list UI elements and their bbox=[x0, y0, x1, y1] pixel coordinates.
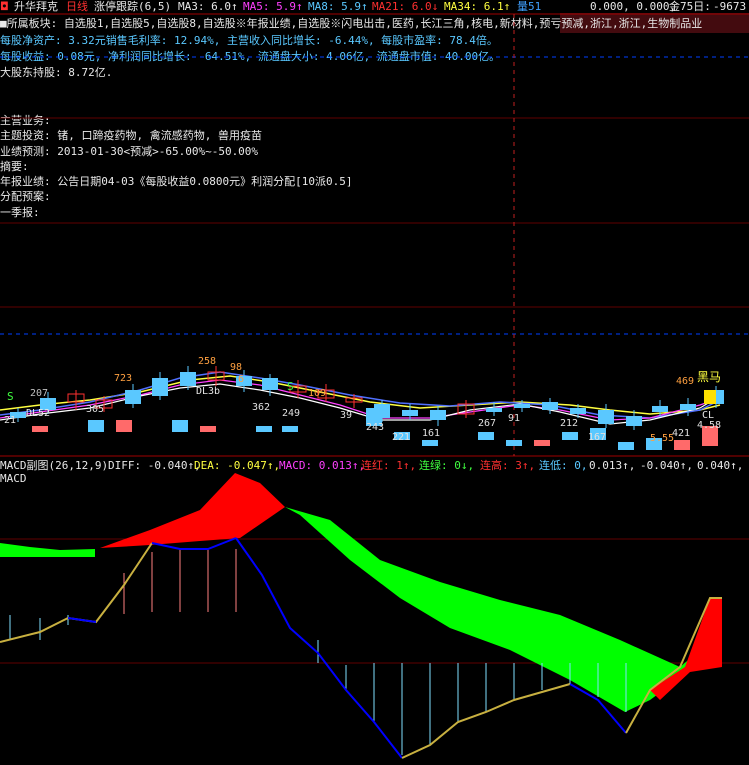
candle-top-label: 109 bbox=[308, 388, 326, 399]
candle-bottom-label: 4.58 bbox=[697, 420, 721, 431]
candle-top-label: 258 bbox=[198, 356, 216, 367]
black-horse-marker bbox=[704, 390, 716, 404]
extra-value-3: 0.040↑, bbox=[697, 459, 744, 472]
volume-bar bbox=[88, 420, 104, 432]
candle-top-label: 5.55 bbox=[650, 433, 674, 444]
liangao-value: 连高: 3↑, bbox=[480, 459, 536, 472]
tag-dl52: DL52 bbox=[26, 408, 51, 419]
extra-value-2: -0.040↑, bbox=[640, 459, 693, 472]
candle-body bbox=[598, 410, 614, 424]
macd-red-fill bbox=[100, 473, 285, 548]
volume-bar bbox=[256, 426, 272, 432]
candle-bottom-label: 305 bbox=[86, 404, 104, 415]
candle-bottom-label: 21 bbox=[4, 415, 16, 426]
volume-bar bbox=[422, 440, 438, 446]
candle-body bbox=[542, 402, 558, 410]
macd-value: MACD: 0.013↑, bbox=[279, 459, 366, 472]
volume-bar bbox=[562, 432, 578, 440]
candle-body bbox=[514, 404, 530, 408]
volume-bar bbox=[282, 426, 298, 432]
volume-bar bbox=[534, 440, 550, 446]
macd-sub-label: MACD bbox=[0, 472, 27, 485]
dea-value: DEA: -0.047↑, bbox=[194, 459, 281, 472]
candle-bottom-label: 167 bbox=[588, 432, 606, 443]
signal-s-marker: S bbox=[7, 390, 14, 403]
candle-body bbox=[402, 410, 418, 416]
candle-bottom-label: 221 bbox=[392, 432, 410, 443]
candle-body bbox=[180, 372, 196, 386]
tag-cl: CL bbox=[702, 410, 715, 421]
candle-bottom-label: 249 bbox=[282, 408, 300, 419]
candle-body bbox=[486, 408, 502, 412]
extra-value-1: 0.013↑, bbox=[589, 459, 636, 472]
volume-bar bbox=[478, 432, 494, 440]
candle-bottom-label: 161 bbox=[422, 428, 440, 439]
candle-bottom-label: 362 bbox=[252, 402, 270, 413]
diff-value: DIFF: -0.040↑, bbox=[108, 459, 201, 472]
candle-body bbox=[125, 390, 141, 404]
candle-bottom-label: 212 bbox=[560, 418, 578, 429]
signal-s-marker-2: S bbox=[287, 380, 294, 393]
macd-chart bbox=[0, 473, 722, 759]
lianhong-value: 连红: 1↑, bbox=[361, 459, 417, 472]
volume-bar bbox=[618, 442, 634, 450]
candle-body bbox=[262, 378, 278, 390]
candle-top-label: 723 bbox=[114, 373, 132, 384]
volume-bar bbox=[32, 426, 48, 432]
diff-line-olive-1 bbox=[0, 542, 153, 643]
candle-bottom-label: 39 bbox=[340, 410, 352, 421]
macd-red-fill-right bbox=[650, 598, 722, 700]
macd-green-fill bbox=[285, 507, 700, 712]
candle-top-label: 469 bbox=[676, 376, 694, 387]
candle-bottom-label: 91 bbox=[508, 413, 520, 424]
diff-line-blue-1 bbox=[67, 617, 97, 623]
macd-green-fill-left bbox=[0, 543, 95, 557]
volume-bar bbox=[172, 420, 188, 432]
candle-top-label: 6 bbox=[238, 374, 244, 385]
price-chart-area[interactable]: 207 723 258 986 109 5.55 469 21 305 362 249 39 243 22… bbox=[0, 0, 749, 765]
macd-title[interactable]: MACD副图(26,12,9) bbox=[0, 459, 108, 472]
candle-body bbox=[626, 416, 642, 426]
volume-bar bbox=[506, 440, 522, 446]
candle-body bbox=[680, 404, 696, 410]
volume-bar bbox=[200, 426, 216, 432]
volume-bar bbox=[116, 420, 132, 432]
tag-dl3b: DL3b bbox=[196, 386, 221, 397]
candle-bottom-label: 243 bbox=[366, 422, 384, 433]
candle-bottom-label: 267 bbox=[478, 418, 496, 429]
candle-bottom-label: 421 bbox=[672, 428, 690, 439]
black-horse-label: 黑马 bbox=[697, 370, 722, 384]
lianlv-value: 连绿: 0↓, bbox=[419, 459, 475, 472]
candle-body bbox=[570, 408, 586, 414]
candle-body bbox=[430, 410, 446, 420]
candle-top-label: 98 bbox=[230, 362, 242, 373]
candle-top-label: 207 bbox=[30, 388, 48, 399]
volume-bar bbox=[674, 440, 690, 450]
liandi-value: 连低: 0, bbox=[539, 459, 588, 472]
candle-body bbox=[652, 406, 668, 412]
candle-body bbox=[152, 378, 168, 396]
